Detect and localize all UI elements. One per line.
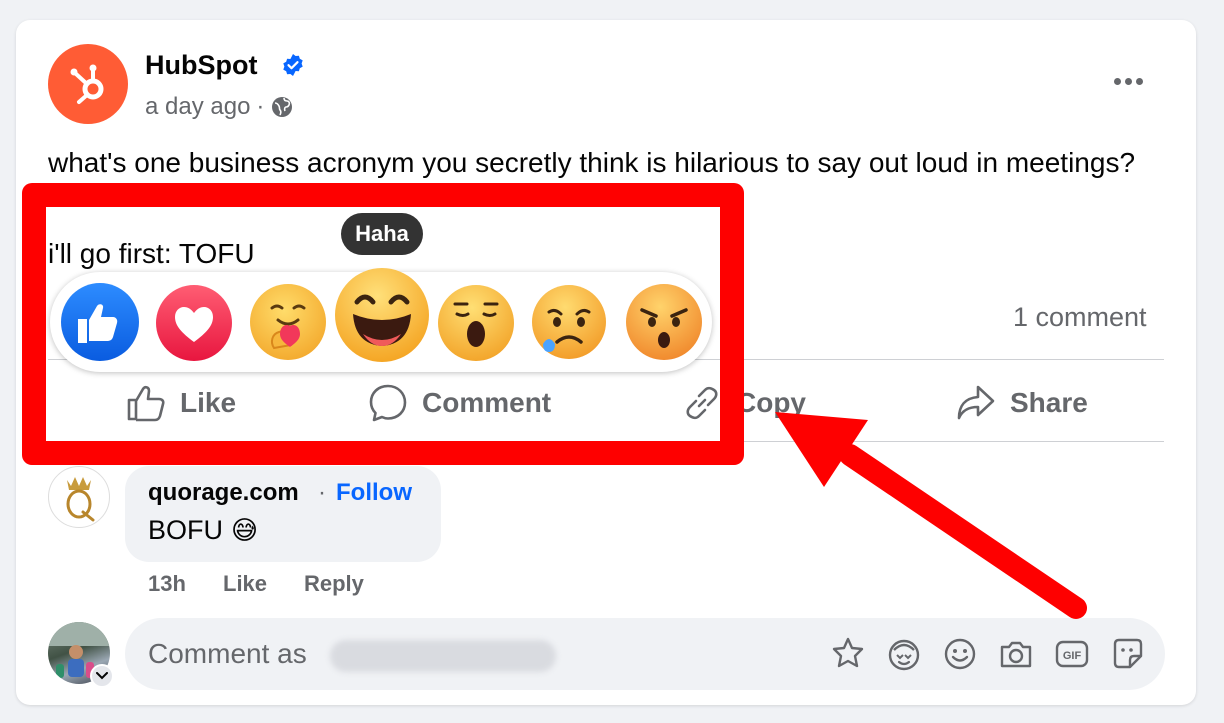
globe-icon bbox=[272, 97, 293, 117]
comment-reply-button[interactable]: Reply bbox=[304, 571, 364, 597]
verified-badge-icon bbox=[283, 54, 303, 76]
follow-button[interactable]: Follow bbox=[336, 479, 412, 507]
sad-reaction-icon[interactable] bbox=[529, 284, 609, 364]
comment-body: BOFU bbox=[148, 515, 224, 545]
comment-separator: · bbox=[318, 479, 326, 506]
more-dot-icon bbox=[1113, 77, 1121, 85]
quorage-logo-icon bbox=[66, 477, 95, 522]
wow-reaction-icon[interactable] bbox=[437, 284, 515, 362]
thumbs-up-icon bbox=[127, 385, 165, 422]
comment-like-button[interactable]: Like bbox=[223, 571, 267, 597]
avatar-sticker-icon[interactable] bbox=[830, 636, 866, 672]
copy-button[interactable]: Copy bbox=[682, 380, 806, 426]
divider bbox=[48, 441, 1164, 442]
comment-label: Comment bbox=[422, 387, 552, 418]
more-options-button[interactable] bbox=[1108, 66, 1148, 96]
commenter-avatar[interactable] bbox=[48, 466, 110, 528]
comment-count[interactable]: 1 comment bbox=[1013, 302, 1147, 333]
emoji-icon[interactable] bbox=[942, 636, 978, 672]
post-meta: a day ago · bbox=[145, 93, 294, 121]
page-name[interactable]: HubSpot bbox=[145, 50, 257, 81]
like-reaction-icon[interactable] bbox=[60, 282, 140, 362]
post-text: what's one business acronym you secretly… bbox=[48, 147, 1136, 178]
share-button[interactable]: Share bbox=[956, 380, 1088, 426]
angry-reaction-icon[interactable] bbox=[624, 282, 704, 362]
comment-bubble-icon bbox=[369, 384, 407, 422]
sweat-smile-emoji: 😅 bbox=[231, 515, 259, 545]
share-label: Share bbox=[1010, 387, 1088, 418]
gif-icon[interactable]: GIF bbox=[1054, 636, 1090, 672]
blurred-user-name bbox=[330, 640, 556, 672]
comment-placeholder: Comment as bbox=[148, 638, 307, 669]
more-dot-icon bbox=[1135, 77, 1143, 85]
link-icon bbox=[686, 386, 718, 420]
avatar-face-icon[interactable] bbox=[886, 636, 922, 672]
copy-label: Copy bbox=[736, 387, 806, 418]
hubspot-avatar[interactable] bbox=[48, 44, 128, 124]
post-text-2: i'll go first: TOFU bbox=[48, 238, 255, 269]
sticker-icon[interactable] bbox=[1110, 636, 1146, 672]
reaction-tooltip: Haha bbox=[341, 213, 423, 255]
like-label: Like bbox=[180, 387, 237, 418]
like-button[interactable]: Like bbox=[126, 380, 236, 426]
comment-text: BOFU 😅 bbox=[148, 515, 258, 546]
share-arrow-icon bbox=[957, 385, 995, 420]
camera-icon[interactable] bbox=[998, 636, 1034, 672]
comment-button[interactable]: Comment bbox=[368, 380, 551, 426]
care-reaction-icon[interactable] bbox=[248, 282, 328, 362]
account-switch-chevron-icon[interactable] bbox=[90, 664, 114, 688]
comment-author[interactable]: quorage.com bbox=[148, 479, 299, 507]
meta-separator: · bbox=[256, 93, 265, 120]
comment-time[interactable]: 13h bbox=[148, 571, 186, 597]
love-reaction-icon[interactable] bbox=[155, 284, 233, 362]
post-time[interactable]: a day ago bbox=[145, 93, 250, 121]
hubspot-logo-icon bbox=[70, 64, 104, 104]
more-dot-icon bbox=[1124, 77, 1132, 85]
haha-reaction-icon[interactable] bbox=[333, 266, 431, 364]
svg-text:GIF: GIF bbox=[1063, 650, 1082, 662]
